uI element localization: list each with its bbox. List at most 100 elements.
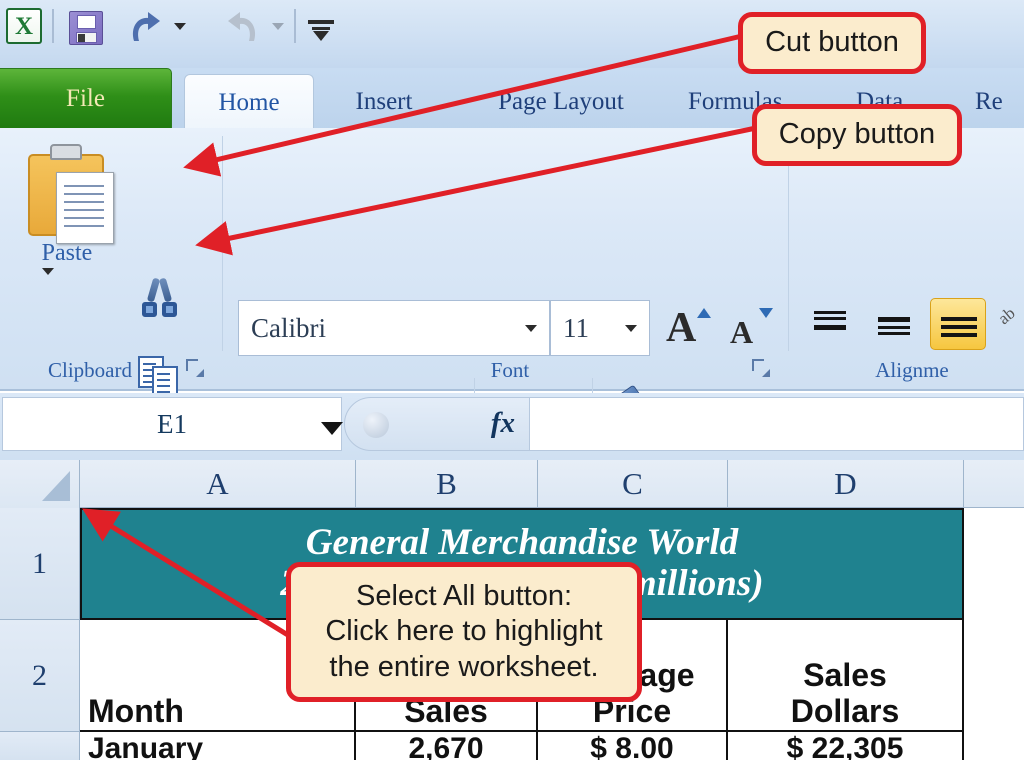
- column-header-d[interactable]: D: [728, 460, 964, 508]
- tab-page-layout[interactable]: Page Layout: [466, 74, 656, 130]
- tab-file[interactable]: File: [0, 68, 172, 130]
- qat-divider-2: [294, 9, 296, 43]
- callout-copy-text: Copy button: [778, 118, 936, 151]
- select-all-button[interactable]: [0, 460, 80, 508]
- scissors-ring-left: [142, 302, 157, 317]
- grow-font-button[interactable]: A: [660, 300, 714, 356]
- redo-dropdown-caret-icon[interactable]: [272, 23, 284, 30]
- callout-cut-text: Cut button: [765, 26, 899, 59]
- font-size-caret-icon[interactable]: [625, 325, 637, 332]
- cell-b3[interactable]: 2,670: [356, 732, 538, 760]
- shrink-font-label: A: [730, 314, 754, 350]
- tab-review[interactable]: Re: [975, 74, 1024, 130]
- ribbon: Paste Clipboard Calibri 11 A A Font ab A…: [0, 128, 1024, 458]
- callout-select-all-line1: Select All button:: [355, 579, 573, 612]
- callout-select-all-button: Select All button: Click here to highlig…: [286, 562, 642, 702]
- insert-function-icon[interactable]: fx: [491, 407, 515, 440]
- floppy-disk-icon: [69, 11, 103, 45]
- undo-arrow-icon: [132, 12, 160, 41]
- clipboard-dialog-launcher[interactable]: [186, 359, 204, 377]
- paste-dropdown-caret-icon[interactable]: [42, 268, 54, 275]
- cut-button[interactable]: [138, 277, 182, 322]
- cell-d3[interactable]: $ 22,305: [728, 732, 964, 760]
- save-button[interactable]: [66, 8, 106, 48]
- row-header-1[interactable]: 1: [0, 508, 80, 620]
- column-header-b[interactable]: B: [356, 460, 538, 508]
- tab-home-label: Home: [218, 88, 280, 116]
- qat-more-triangle: [313, 31, 329, 41]
- name-box-caret-icon[interactable]: [321, 422, 343, 435]
- shrink-font-down-arrow-icon: [759, 308, 773, 318]
- tab-file-label: File: [66, 85, 105, 112]
- top-align-button[interactable]: [806, 302, 854, 346]
- select-all-triangle-icon: [42, 471, 70, 501]
- callout-select-all-line2: Click here to highlight: [325, 615, 603, 648]
- shrink-font-button[interactable]: A: [722, 300, 776, 356]
- bottom-align-button[interactable]: [930, 298, 986, 350]
- cancel-enter-dot-icon: [363, 412, 389, 438]
- cell-a3[interactable]: January: [80, 732, 356, 760]
- group-label-font: Font: [490, 358, 530, 382]
- tab-home[interactable]: Home: [184, 74, 314, 130]
- customize-quick-access-toolbar-icon[interactable]: [308, 20, 334, 42]
- cell-d2-line1: Sales: [803, 657, 887, 694]
- paste-button[interactable]: Paste: [18, 140, 116, 270]
- redo-button[interactable]: [224, 9, 264, 47]
- qat-more-bar1: [308, 20, 334, 24]
- qat-divider-1: [52, 9, 54, 43]
- orientation-icon: ab: [994, 303, 1019, 328]
- cell-d2[interactable]: Sales Dollars: [728, 620, 964, 732]
- row-header-2[interactable]: 2: [0, 620, 80, 732]
- grow-font-label: A: [666, 305, 697, 351]
- formula-bar-buttons: fx: [344, 397, 530, 451]
- column-header-e[interactable]: [964, 460, 1024, 508]
- clipboard-page-icon: [56, 172, 114, 244]
- scissors-blade-left: [146, 277, 161, 303]
- middle-align-button[interactable]: [870, 302, 918, 346]
- group-label-alignment: Alignme: [875, 358, 949, 382]
- column-header-row: A B C D: [0, 460, 1024, 508]
- tab-review-label: Re: [975, 88, 1003, 115]
- callout-cut-button: Cut button: [738, 12, 926, 74]
- callout-copy-button: Copy button: [752, 104, 962, 166]
- name-box-value: E1: [157, 408, 187, 439]
- scissors-ring-right: [162, 302, 177, 317]
- tab-insert-label: Insert: [355, 88, 413, 115]
- tab-page-layout-label: Page Layout: [498, 88, 624, 115]
- paste-button-label: Paste: [41, 240, 93, 266]
- font-size-value: 11: [563, 313, 589, 343]
- excel-logo-glyph: X: [14, 12, 34, 40]
- floppy-label: [76, 32, 97, 43]
- tab-insert[interactable]: Insert: [334, 74, 434, 130]
- undo-dropdown-caret-icon[interactable]: [174, 23, 186, 30]
- group-label-clipboard: Clipboard: [48, 358, 132, 382]
- redo-arrow-icon: [228, 12, 256, 41]
- formula-bar: E1 fx: [0, 393, 1024, 460]
- worksheet-title-line1: General Merchandise World: [305, 522, 739, 564]
- excel-window: X File Home Insert Page Layout Formulas …: [0, 0, 1024, 760]
- undo-button[interactable]: [124, 9, 164, 47]
- column-header-a[interactable]: A: [80, 460, 356, 508]
- svg-text:ab: ab: [1000, 303, 1019, 328]
- column-header-c[interactable]: C: [538, 460, 728, 508]
- grow-font-up-arrow-icon: [697, 308, 711, 318]
- formula-input[interactable]: [530, 397, 1024, 451]
- scissors-blade-right: [158, 277, 173, 303]
- font-size-combo[interactable]: 11: [550, 300, 650, 356]
- clipboard-clip-icon: [50, 144, 82, 160]
- font-name-value: Calibri: [251, 313, 326, 343]
- row-header-3[interactable]: [0, 732, 80, 760]
- font-name-caret-icon[interactable]: [525, 325, 537, 332]
- callout-select-all-line3: the entire worksheet.: [329, 650, 599, 683]
- orientation-button[interactable]: ab: [994, 302, 1024, 346]
- excel-logo-icon: X: [6, 8, 42, 44]
- qat-more-bar2: [312, 27, 330, 30]
- name-box[interactable]: E1: [2, 397, 343, 451]
- font-dialog-launcher[interactable]: [752, 359, 770, 377]
- group-separator-2: [788, 136, 789, 351]
- cell-d2-line2: Dollars: [790, 693, 900, 730]
- cell-c3[interactable]: $ 8.00: [538, 732, 728, 760]
- group-separator-1: [222, 136, 223, 351]
- floppy-shutter: [77, 15, 96, 29]
- font-name-combo[interactable]: Calibri: [238, 300, 550, 356]
